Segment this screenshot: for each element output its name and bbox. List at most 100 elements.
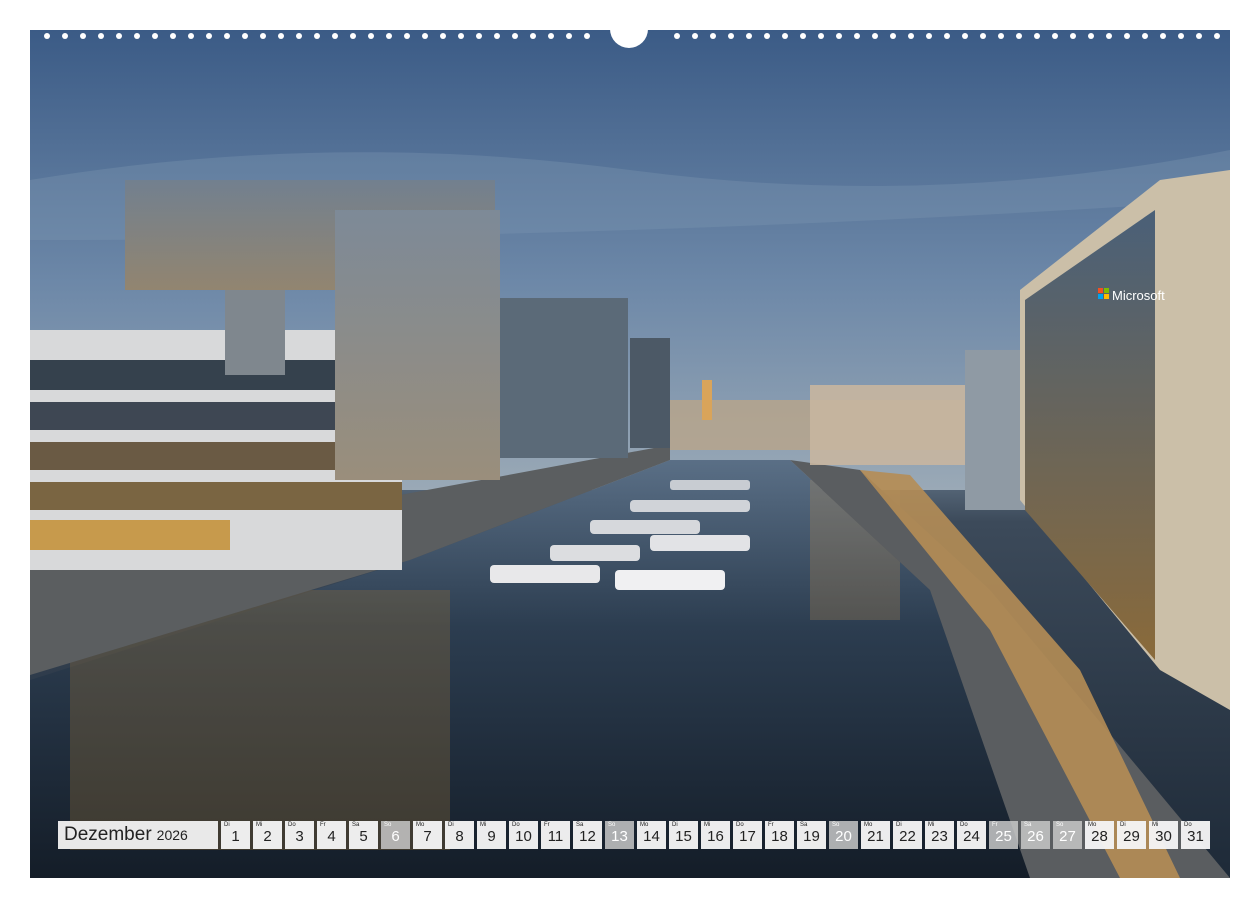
- binding-hole: [296, 33, 302, 39]
- binding-hole: [782, 33, 788, 39]
- binding-hole: [1070, 33, 1076, 39]
- church-tower: [702, 380, 712, 420]
- binding-hole: [746, 33, 752, 39]
- day-number: 23: [931, 828, 948, 845]
- binding-hole: [368, 33, 374, 39]
- day-number: 25: [995, 828, 1012, 845]
- binding-hole: [206, 33, 212, 39]
- binding-hole: [728, 33, 734, 39]
- binding-hole: [908, 33, 914, 39]
- binding-hole: [1124, 33, 1130, 39]
- middle-glass-tower: [500, 298, 628, 458]
- binding-hole: [566, 33, 572, 39]
- calendar-day: Sa 26: [1021, 821, 1050, 849]
- day-number: 30: [1155, 828, 1172, 845]
- calendar-day: Di 22: [893, 821, 922, 849]
- binding-hole: [224, 33, 230, 39]
- binding-hole: [836, 33, 842, 39]
- day-number: 9: [487, 828, 496, 845]
- calendar-day: Mi 30: [1149, 821, 1178, 849]
- calendar-day: Mo 28: [1085, 821, 1114, 849]
- calendar-strip: Dezember 2026 Di 1 Mi 2 Do 3 Fr 4 Sa 5 So 6 Mo 7 Di 8 Mi…: [58, 821, 1210, 849]
- binding-hole: [134, 33, 140, 39]
- day-number: 19: [803, 828, 820, 845]
- calendar-day: Do 17: [733, 821, 762, 849]
- calendar-day: Do 3: [285, 821, 314, 849]
- binding-hole: [944, 33, 950, 39]
- calendar-day: So 20: [829, 821, 858, 849]
- binding-hole: [1160, 33, 1166, 39]
- microsoft-sign: Microsoft: [1112, 288, 1165, 303]
- binding-hole: [764, 33, 770, 39]
- binding-hole: [458, 33, 464, 39]
- binding-hole: [116, 33, 122, 39]
- binding-hole: [152, 33, 158, 39]
- binding-hole: [494, 33, 500, 39]
- binding-hole: [980, 33, 986, 39]
- calendar-day: Mi 16: [701, 821, 730, 849]
- day-number: 17: [739, 828, 756, 845]
- calendar-day: Fr 11: [541, 821, 570, 849]
- calendar-day: Sa 5: [349, 821, 378, 849]
- calendar-day: Fr 18: [765, 821, 794, 849]
- day-number: 6: [391, 828, 400, 845]
- calendar-day: Mo 21: [861, 821, 890, 849]
- month-name: Dezember: [64, 824, 152, 845]
- binding-hole: [422, 33, 428, 39]
- calendar-day: Mo 14: [637, 821, 666, 849]
- binding-hole: [890, 33, 896, 39]
- binding-hole: [332, 33, 338, 39]
- month-label: Dezember 2026: [58, 821, 218, 849]
- binding-hole: [1142, 33, 1148, 39]
- calendar-day: So 27: [1053, 821, 1082, 849]
- day-number: 1: [231, 828, 240, 845]
- binding-hole: [530, 33, 536, 39]
- binding-hole: [1034, 33, 1040, 39]
- binding-hole: [1106, 33, 1112, 39]
- day-number: 3: [295, 828, 304, 845]
- binding-hole: [242, 33, 248, 39]
- calendar-day: Mi 2: [253, 821, 282, 849]
- day-number: 16: [707, 828, 724, 845]
- binding-hole: [440, 33, 446, 39]
- binding-hole: [1196, 33, 1202, 39]
- calendar-day: So 6: [381, 821, 410, 849]
- day-number: 5: [359, 828, 368, 845]
- binding-hole: [260, 33, 266, 39]
- binding-hole: [512, 33, 518, 39]
- calendar-day: So 13: [605, 821, 634, 849]
- binding-hole: [854, 33, 860, 39]
- day-number: 21: [867, 828, 884, 845]
- binding-hole: [98, 33, 104, 39]
- binding-hole: [1088, 33, 1094, 39]
- binding-hole: [710, 33, 716, 39]
- day-number: 29: [1123, 828, 1140, 845]
- day-number: 7: [423, 828, 432, 845]
- binding-hole: [278, 33, 284, 39]
- binding-hole: [44, 33, 50, 39]
- day-number: 12: [579, 828, 596, 845]
- day-number: 31: [1187, 828, 1204, 845]
- calendar-day: Di 1: [221, 821, 250, 849]
- calendar-day: Di 15: [669, 821, 698, 849]
- day-number: 18: [771, 828, 788, 845]
- binding-hole: [1214, 33, 1220, 39]
- day-number: 26: [1027, 828, 1044, 845]
- day-number: 14: [643, 828, 660, 845]
- binding-hole: [998, 33, 1004, 39]
- binding-hole: [80, 33, 86, 39]
- binding-hole: [818, 33, 824, 39]
- binding-hole: [1052, 33, 1058, 39]
- day-number: 20: [835, 828, 852, 845]
- day-number: 11: [547, 828, 564, 845]
- calendar-day: Di 8: [445, 821, 474, 849]
- day-number: 22: [899, 828, 916, 845]
- calendar-day: Mo 7: [413, 821, 442, 849]
- day-number: 2: [263, 828, 272, 845]
- day-number: 4: [327, 828, 336, 845]
- binding-hole: [674, 33, 680, 39]
- binding-hole: [386, 33, 392, 39]
- day-number: 28: [1091, 828, 1108, 845]
- harbour-illustration: Microsoft: [30, 30, 1230, 878]
- binding-hole: [404, 33, 410, 39]
